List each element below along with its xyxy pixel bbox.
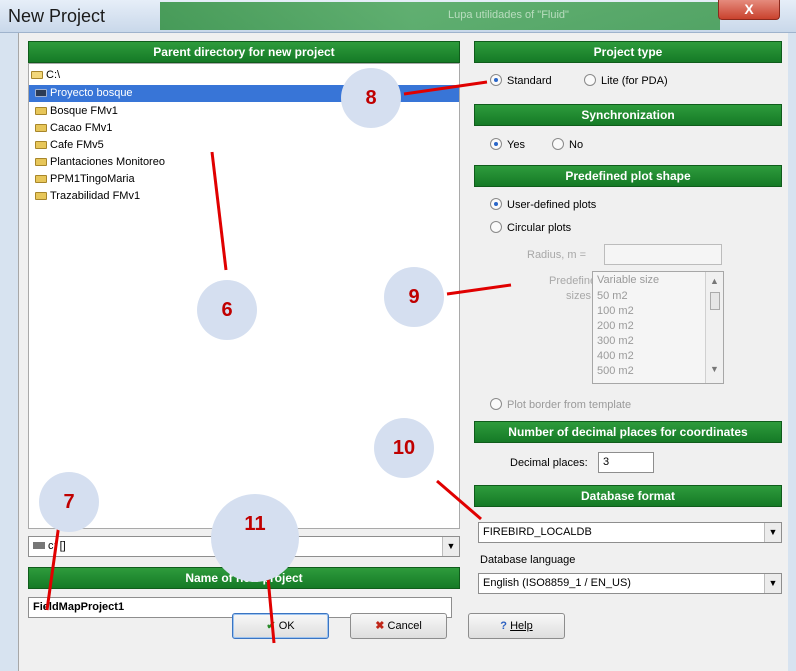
callout-line-8 <box>403 80 488 96</box>
callout-line-10 <box>436 479 482 521</box>
callout-7: 7 <box>39 472 99 532</box>
callout-10: 10 <box>374 418 434 478</box>
callout-11: 11 <box>211 494 299 582</box>
callout-9: 9 <box>384 267 444 327</box>
callout-line-9 <box>446 283 512 296</box>
callout-line-6 <box>210 151 228 271</box>
callout-8: 8 <box>341 68 401 128</box>
callout-line-7 <box>45 523 61 611</box>
callout-6: 6 <box>197 280 257 340</box>
